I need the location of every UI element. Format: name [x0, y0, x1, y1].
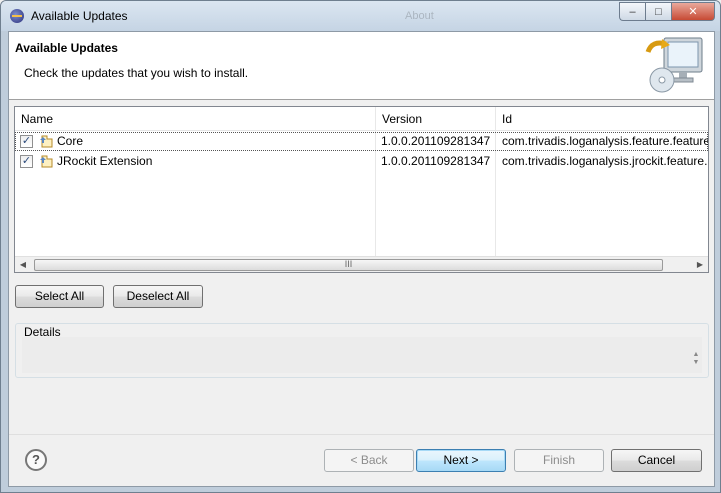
help-icon[interactable]: ?: [25, 449, 47, 471]
deselect-all-button[interactable]: Deselect All: [113, 285, 203, 308]
window-title: Available Updates: [31, 9, 128, 23]
scrollbar-thumb[interactable]: III: [34, 259, 663, 271]
table-row[interactable]: ✓ Core 1.0.0.201109281347 com.trivadis.l…: [15, 132, 708, 151]
updates-table[interactable]: Name Version Id ✓ Core 1.0.0.20110928134…: [14, 106, 709, 273]
maximize-button[interactable]: □: [645, 2, 671, 21]
details-scroll-icon[interactable]: ▲ ▼: [691, 351, 701, 371]
close-button[interactable]: ✕: [671, 2, 715, 21]
column-separator: [375, 107, 376, 258]
row-name: JRockit Extension: [57, 154, 153, 168]
feature-plugin-icon: [40, 135, 53, 148]
cancel-button[interactable]: Cancel: [611, 449, 702, 472]
column-header-version[interactable]: Version: [376, 107, 496, 131]
table-header: Name Version Id: [15, 107, 708, 131]
horizontal-scrollbar[interactable]: ◀ III ▶: [15, 256, 708, 272]
row-checkbox[interactable]: ✓: [20, 135, 33, 148]
details-text-area[interactable]: ▲ ▼: [22, 337, 702, 373]
row-version: 1.0.0.201109281347: [381, 134, 491, 148]
back-button[interactable]: < Back: [324, 449, 414, 472]
row-name: Core: [57, 134, 84, 148]
dialog-client-area: Available Updates Check the updates that…: [8, 31, 715, 487]
available-updates-window: Available Updates About – □ ✕ Available …: [0, 0, 721, 493]
eclipse-app-icon: [10, 9, 24, 23]
minimize-button[interactable]: –: [619, 2, 645, 21]
row-id: com.trivadis.loganalysis.jrockit.feature…: [502, 154, 708, 168]
column-separator: [495, 107, 496, 258]
scroll-left-icon[interactable]: ◀: [15, 257, 31, 272]
update-monitor-icon: [645, 37, 703, 93]
background-hint-text: About: [405, 10, 434, 22]
footer-separator: [9, 434, 714, 435]
next-button[interactable]: Next >: [416, 449, 506, 472]
scroll-right-icon[interactable]: ▶: [692, 257, 708, 272]
table-row[interactable]: ✓ JRockit Extension 1.0.0.201109281347 c…: [15, 152, 708, 171]
row-checkbox[interactable]: ✓: [20, 155, 33, 168]
finish-button[interactable]: Finish: [514, 449, 604, 472]
wizard-banner: Available Updates Check the updates that…: [9, 32, 714, 100]
title-bar[interactable]: Available Updates About – □ ✕: [1, 1, 720, 31]
row-version: 1.0.0.201109281347: [381, 154, 491, 168]
window-controls: – □ ✕: [619, 2, 715, 21]
feature-plugin-icon: [40, 155, 53, 168]
wizard-page-title: Available Updates: [15, 41, 118, 55]
column-header-name[interactable]: Name: [15, 107, 375, 131]
row-id: com.trivadis.loganalysis.feature.feature: [502, 134, 708, 148]
wizard-page-message: Check the updates that you wish to insta…: [24, 66, 249, 80]
column-header-id[interactable]: Id: [496, 107, 708, 131]
select-all-button[interactable]: Select All: [15, 285, 104, 308]
